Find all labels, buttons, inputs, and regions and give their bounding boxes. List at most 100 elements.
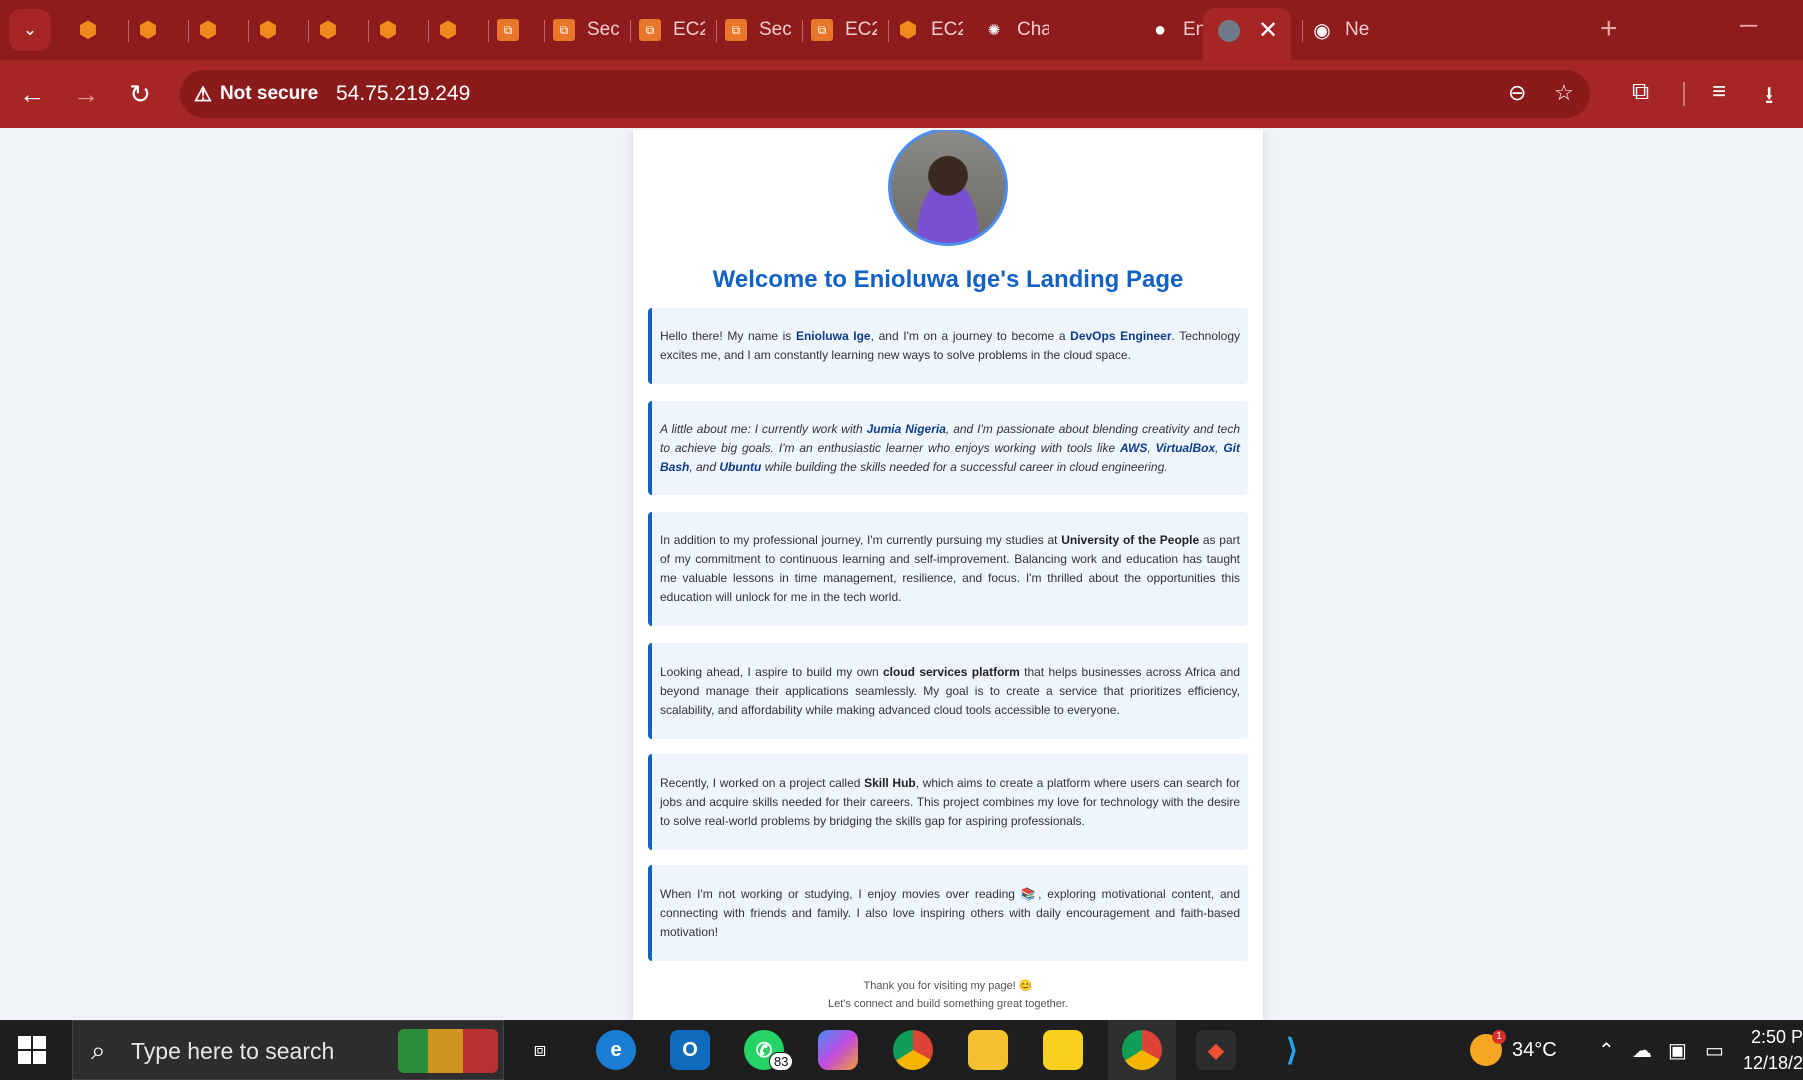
cube-icon: ⬢ (78, 17, 98, 42)
page-title: Welcome to Enioluwa Ige's Landing Page (712, 266, 1184, 293)
tab-active[interactable]: ✕ (1203, 8, 1291, 60)
reading-list-icon[interactable]: ≡ (1712, 78, 1726, 106)
chrome-icon[interactable] (893, 1030, 933, 1070)
tab-13[interactable]: ⬢ EC2 (897, 10, 963, 50)
reload-icon[interactable]: ↻ (122, 76, 158, 112)
forward-icon[interactable]: → (68, 76, 104, 112)
emphasis-text: University of the People (1061, 533, 1200, 547)
emphasis-text: Jumia Nigeria (866, 421, 946, 436)
globe-icon (1218, 20, 1240, 42)
page-viewport: Welcome to Enioluwa Ige's Landing Page H… (0, 130, 1803, 1020)
section-text: A little about me: I currently work with… (660, 420, 1240, 477)
url-text[interactable]: 54.75.219.249 (336, 82, 470, 106)
tab-title: Ne (1345, 19, 1370, 40)
tab-18[interactable]: ◉ Ne (1311, 10, 1377, 50)
taskbar-search[interactable]: ⌕ Type here to search (72, 1020, 504, 1080)
cube-icon: ⬢ (198, 17, 218, 42)
back-icon[interactable]: ← (14, 76, 50, 112)
tab-14[interactable]: ✺ Cha (983, 10, 1049, 50)
sticky-notes-icon[interactable] (1043, 1030, 1083, 1070)
windows-start-icon[interactable] (18, 1036, 46, 1064)
warning-icon: ⚠ (194, 83, 212, 106)
section-text: Hello there! My name is Enioluwa Ige, an… (660, 327, 1240, 365)
text-run: Looking ahead, I aspire to build my own (660, 664, 883, 679)
taskbar: ⌕ Type here to search ⧈ e O ✆ 83 ◆ ⟩ 1 3… (0, 1020, 1803, 1080)
section-text: Recently, I worked on a project called S… (660, 774, 1240, 831)
emphasis-text: cloud services platform (882, 664, 1020, 679)
new-tab-button[interactable]: + (1600, 12, 1618, 46)
tab-11[interactable]: ⧉ Sec (725, 10, 791, 50)
tab-search-button[interactable]: ⌄ (9, 9, 51, 51)
weather-icon: 1 (1470, 1030, 1506, 1066)
battery-icon[interactable]: ▭ (1705, 1038, 1724, 1063)
emphasis-text: Skill Hub (864, 775, 916, 790)
emphasis-text: Ubuntu (719, 459, 762, 474)
browser-toolbar: ← → ↻ ⚠ Not secure 54.75.219.249 ⊖ ☆ ⧉ ≡… (0, 60, 1803, 128)
chrome-icon: ◉ (1313, 19, 1331, 42)
tab-3[interactable]: ⬢ (197, 10, 219, 50)
tab-title: Sec (759, 19, 791, 40)
tab-5[interactable]: ⬢ (317, 10, 339, 50)
section-text: When I'm not working or studying, I enjo… (660, 885, 1240, 942)
close-tab-icon[interactable]: ✕ (1258, 16, 1278, 45)
toolbar-divider (1683, 82, 1685, 106)
cube-icon: ⬢ (378, 17, 398, 42)
search-placeholder: Type here to search (131, 1038, 335, 1064)
tab-separator (128, 20, 129, 42)
github-icon: ● (1153, 18, 1167, 41)
vscode-icon[interactable]: ⟩ (1272, 1030, 1312, 1070)
tab-1[interactable]: ⬢ (77, 10, 99, 50)
extensions-icon[interactable]: ⧉ (1632, 78, 1649, 106)
file-explorer-icon[interactable] (968, 1030, 1008, 1070)
display-icon[interactable]: ▣ (1668, 1038, 1687, 1063)
text-run: A little about me: I currently work with (660, 421, 867, 436)
weather-widget[interactable]: 1 34°C (1470, 1030, 1557, 1066)
address-bar[interactable]: ⚠ Not secure 54.75.219.249 ⊖ ☆ (180, 70, 1590, 118)
clock-time: 2:50 P (1750, 1027, 1803, 1047)
tab-separator (248, 20, 249, 42)
tab-6[interactable]: ⬢ (377, 10, 399, 50)
tab-separator (1302, 20, 1303, 42)
section-text: Looking ahead, I aspire to build my own … (660, 663, 1240, 720)
download-icon[interactable]: ⭳ (1765, 78, 1773, 119)
git-icon[interactable]: ◆ (1196, 1030, 1236, 1070)
hobbies-section: When I'm not working or studying, I enjo… (648, 865, 1248, 961)
tab-4[interactable]: ⬢ (257, 10, 279, 50)
tab-separator (544, 20, 545, 42)
outlook-icon[interactable]: O (670, 1030, 710, 1070)
bookmark-star-icon[interactable]: ☆ (1554, 80, 1574, 106)
aws-ec2-icon: ⧉ (639, 19, 661, 41)
system-clock[interactable]: 2:50 P 12/18/2 (1738, 1024, 1803, 1076)
aws-ec2-icon: ⧉ (811, 19, 833, 41)
security-chip[interactable]: ⚠ Not secure (194, 78, 318, 110)
chevron-up-icon[interactable]: ⌃ (1598, 1038, 1615, 1063)
temperature: 34°C (1512, 1038, 1557, 1061)
gift-illustration-icon (398, 1029, 498, 1073)
chrome-profile-icon[interactable] (1122, 1030, 1162, 1070)
cube-icon: ⬢ (318, 17, 338, 42)
copilot-icon[interactable] (818, 1030, 858, 1070)
text-run: In addition to my professional journey, … (660, 533, 1062, 547)
chevron-down-icon: ⌄ (22, 20, 38, 39)
minimize-button[interactable]: ─ (1740, 12, 1757, 40)
intro-section: Hello there! My name is Enioluwa Ige, an… (648, 308, 1248, 384)
edge-icon[interactable]: e (596, 1030, 636, 1070)
onedrive-icon[interactable]: ☁ (1632, 1038, 1652, 1063)
aws-ec2-icon: ⧉ (725, 19, 747, 41)
tab-7[interactable]: ⬢ (437, 10, 459, 50)
tab-12[interactable]: ⧉ EC2 (811, 10, 877, 50)
tab-10[interactable]: ⧉ EC2 (639, 10, 705, 50)
task-view-icon[interactable]: ⧈ (520, 1030, 560, 1070)
weather-alert-badge: 1 (1492, 1030, 1506, 1044)
cube-icon: ⬢ (898, 17, 918, 42)
tab-separator (630, 20, 631, 42)
tab-2[interactable]: ⬢ (137, 10, 159, 50)
zoom-icon[interactable]: ⊖ (1508, 80, 1526, 106)
tab-strip: ⌄ ⬢⬢⬢⬢⬢⬢⬢⧉⧉Sec⧉EC2⧉Sec⧉EC2⬢EC2✺Cha●Eni▶▣… (0, 0, 1803, 60)
tab-9[interactable]: ⧉ Sec (553, 10, 619, 50)
text-run: , and I'm on a journey to become a (870, 329, 1071, 343)
emphasis-text: Enioluwa Ige (795, 329, 871, 343)
text-run: while building the skills needed for a s… (761, 459, 1168, 474)
tab-separator (716, 20, 717, 42)
tab-8[interactable]: ⧉ (497, 10, 519, 50)
